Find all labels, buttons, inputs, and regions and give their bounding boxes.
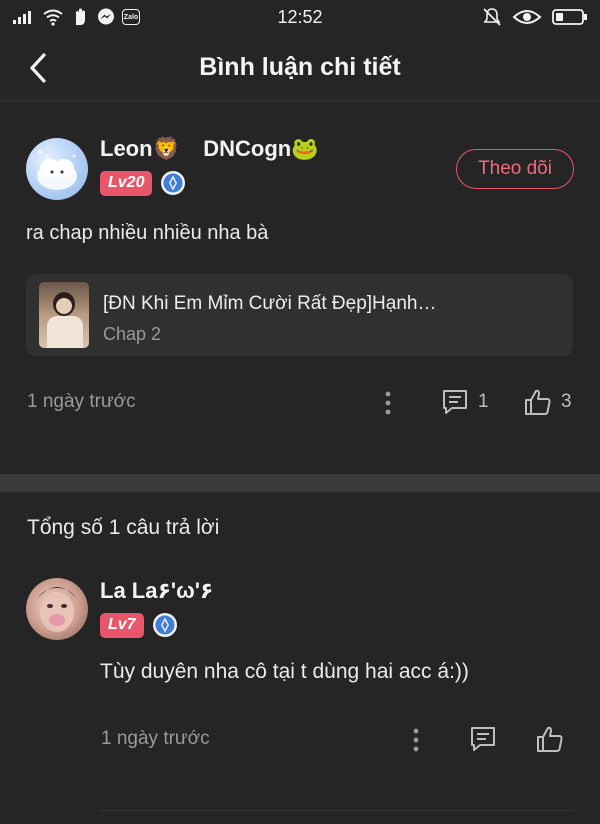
thumbs-up-icon (537, 726, 563, 752)
reply-time: 1 ngày trước (101, 728, 210, 749)
back-arrow-icon (30, 53, 46, 83)
battery-icon (552, 9, 587, 25)
avatar-illustration-icon (37, 150, 77, 190)
eye-icon (512, 10, 542, 24)
avatar[interactable] (26, 138, 88, 200)
reply-badges: Lv7 (100, 612, 178, 638)
thumbs-up-icon (525, 389, 551, 415)
comment-icon (471, 727, 495, 751)
status-right-icons (482, 7, 588, 27)
like-button[interactable]: 3 (523, 387, 572, 417)
mute-icon (483, 8, 501, 26)
reply-username[interactable]: La La۶'ω'۶ (100, 578, 213, 604)
back-button[interactable] (18, 48, 58, 88)
more-vertical-icon[interactable] (378, 388, 398, 418)
comment-badges: Lv20 (100, 170, 186, 196)
comment-meta-row: 1 ngày trước 1 3 (0, 386, 600, 420)
wifi-icon (43, 9, 63, 26)
signal-icon (13, 11, 31, 24)
story-chapter: Chap 2 (103, 324, 162, 344)
reply-meta-row: 1 ngày trước (0, 723, 600, 757)
story-title: [ĐN Khi Em Mỉm Cười Rất Đẹp]Hạnh… (103, 293, 437, 314)
reply-comment-button[interactable] (468, 724, 498, 754)
status-left-icons: Zalo (12, 7, 140, 27)
header-divider (0, 100, 600, 102)
reply-count-button[interactable]: 1 (440, 387, 489, 417)
story-link-card[interactable]: [ĐN Khi Em Mỉm Cười Rất Đẹp]Hạnh… Chap 2 (26, 274, 573, 356)
reply-count: 1 (478, 391, 489, 412)
page-title: Bình luận chi tiết (199, 52, 401, 81)
story-thumbnail (39, 282, 89, 348)
reply-avatar[interactable] (26, 578, 88, 640)
follow-button[interactable]: Theo dõi (456, 149, 574, 189)
reply-like-button[interactable] (535, 724, 565, 754)
zalo-icon: Zalo (122, 9, 140, 25)
status-bar: Zalo 12:52 (0, 0, 600, 34)
replies-count-heading: Tổng số 1 câu trả lời (27, 516, 220, 539)
level-badge: Lv20 (100, 170, 153, 196)
reply-text: Tùy duyên nha cô tại t dùng hai acc á:)) (100, 660, 469, 683)
comment-text: ra chap nhiều nhiều nha bà (26, 222, 269, 244)
comment-username[interactable]: Leon🦁 ⠀DNCogn🐸 (100, 136, 319, 162)
avatar-photo-icon (38, 587, 76, 632)
verified-icon (152, 612, 178, 638)
comment-time: 1 ngày trước (27, 391, 136, 412)
reply-divider (100, 810, 573, 811)
top-app-bar: Bình luận chi tiết (0, 34, 600, 100)
section-divider (0, 474, 600, 492)
hand-icon (76, 8, 85, 25)
like-count: 3 (561, 391, 572, 412)
messenger-icon (98, 8, 114, 25)
verified-icon (160, 170, 186, 196)
level-badge: Lv7 (100, 612, 144, 638)
more-vertical-icon[interactable] (406, 725, 426, 755)
comment-icon (443, 390, 467, 414)
